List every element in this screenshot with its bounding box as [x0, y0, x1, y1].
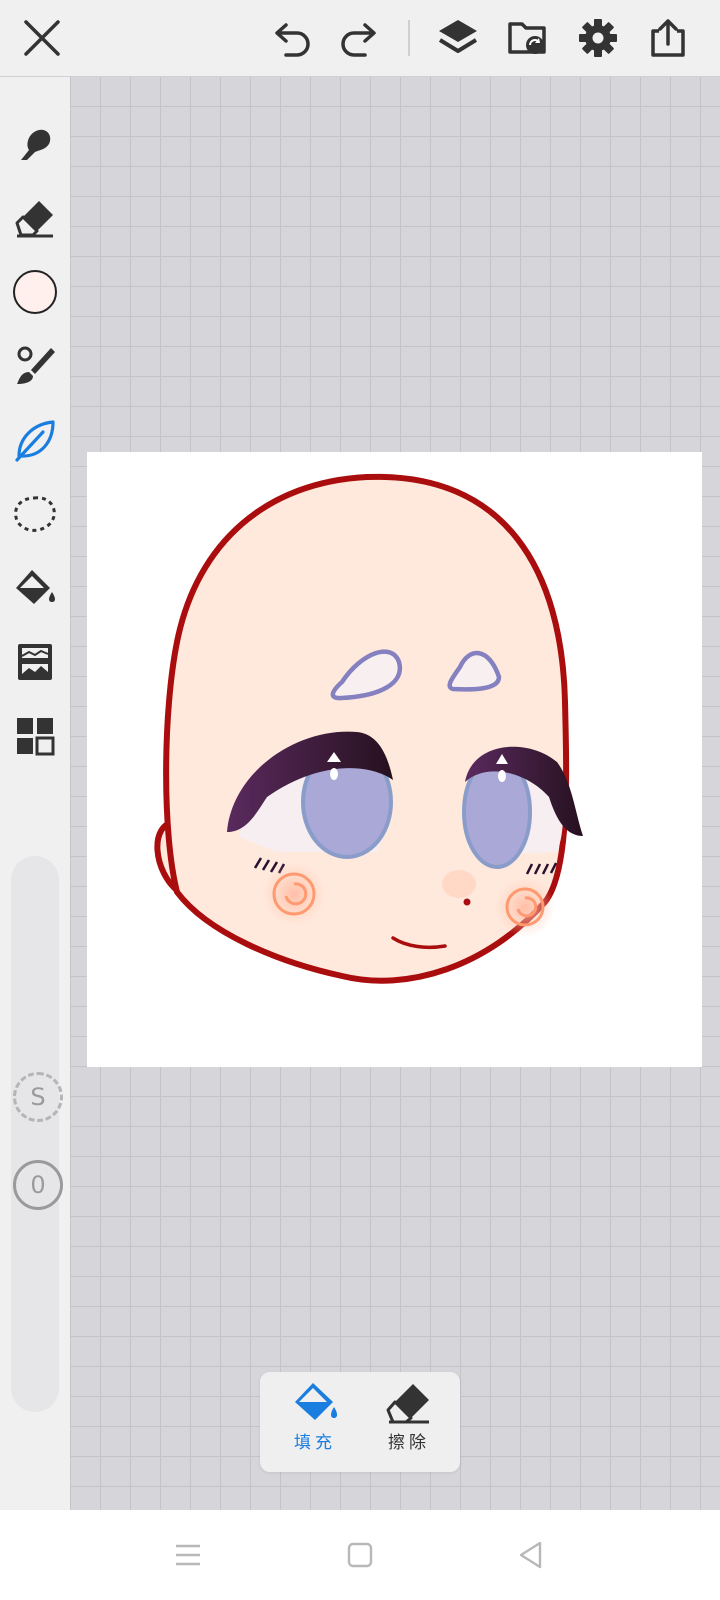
home-square-icon: [347, 1542, 373, 1568]
current-color-swatch: [13, 270, 57, 314]
close-icon: [24, 20, 60, 56]
tool-eraser[interactable]: [7, 190, 63, 246]
tool-fill[interactable]: [7, 560, 63, 616]
fill-mode-panel: 填充 擦除: [260, 1372, 460, 1472]
share-icon: [651, 19, 685, 57]
chibi-face-drawing: [154, 473, 583, 984]
brush-slider-track[interactable]: [11, 856, 59, 1412]
paint-bucket-icon: [16, 570, 55, 604]
opacity-value-text: 0: [30, 1171, 46, 1199]
undo-button[interactable]: [265, 10, 321, 66]
tool-brush[interactable]: [7, 338, 63, 394]
redo-button[interactable]: [330, 10, 386, 66]
layers-icon: [438, 20, 478, 53]
tool-lasso[interactable]: [7, 486, 63, 542]
tool-grid-layout[interactable]: [7, 708, 63, 764]
close-button[interactable]: [14, 10, 70, 66]
layers-button[interactable]: [430, 10, 486, 66]
back-triangle-icon: [519, 1541, 542, 1569]
erase-option[interactable]: 擦除: [364, 1380, 454, 1464]
brush-icon: [17, 346, 55, 384]
system-nav-bar: [0, 1510, 720, 1600]
menu-icon: [176, 1544, 200, 1566]
nav-back-button[interactable]: [508, 1532, 554, 1578]
paint-bucket-icon: [295, 1383, 337, 1420]
top-toolbar: [0, 0, 720, 77]
erase-label: 擦除: [388, 1433, 430, 1453]
toolbar-divider: [408, 20, 410, 56]
nav-menu-button[interactable]: [165, 1532, 211, 1578]
smudge-icon: [21, 129, 51, 160]
nav-home-button[interactable]: [337, 1532, 383, 1578]
gear-icon: [579, 19, 617, 57]
tool-color[interactable]: [7, 264, 63, 320]
size-label-text: S: [30, 1083, 46, 1111]
opacity-slider-label[interactable]: 0: [13, 1160, 63, 1210]
tool-filter[interactable]: [7, 634, 63, 690]
settings-button[interactable]: [570, 10, 626, 66]
fill-option[interactable]: 填充: [270, 1380, 360, 1464]
grid-icon: [17, 718, 55, 756]
tool-smudge[interactable]: [7, 116, 63, 172]
eraser-icon: [386, 1384, 429, 1424]
drawing-canvas[interactable]: [87, 452, 702, 1067]
size-slider-label[interactable]: S: [13, 1072, 63, 1122]
image-adjust-icon: [18, 644, 52, 680]
redo-icon: [341, 23, 376, 57]
tool-airbrush[interactable]: [7, 412, 63, 468]
share-button[interactable]: [640, 10, 696, 66]
file-button[interactable]: [500, 10, 556, 66]
tool-sidebar: S 0: [0, 76, 70, 1510]
lasso-icon: [14, 496, 56, 532]
eraser-icon: [15, 201, 53, 238]
undo-icon: [275, 23, 310, 57]
leaf-icon: [15, 420, 55, 462]
folder-sync-icon: [508, 22, 546, 54]
fill-label: 填充: [294, 1433, 336, 1453]
